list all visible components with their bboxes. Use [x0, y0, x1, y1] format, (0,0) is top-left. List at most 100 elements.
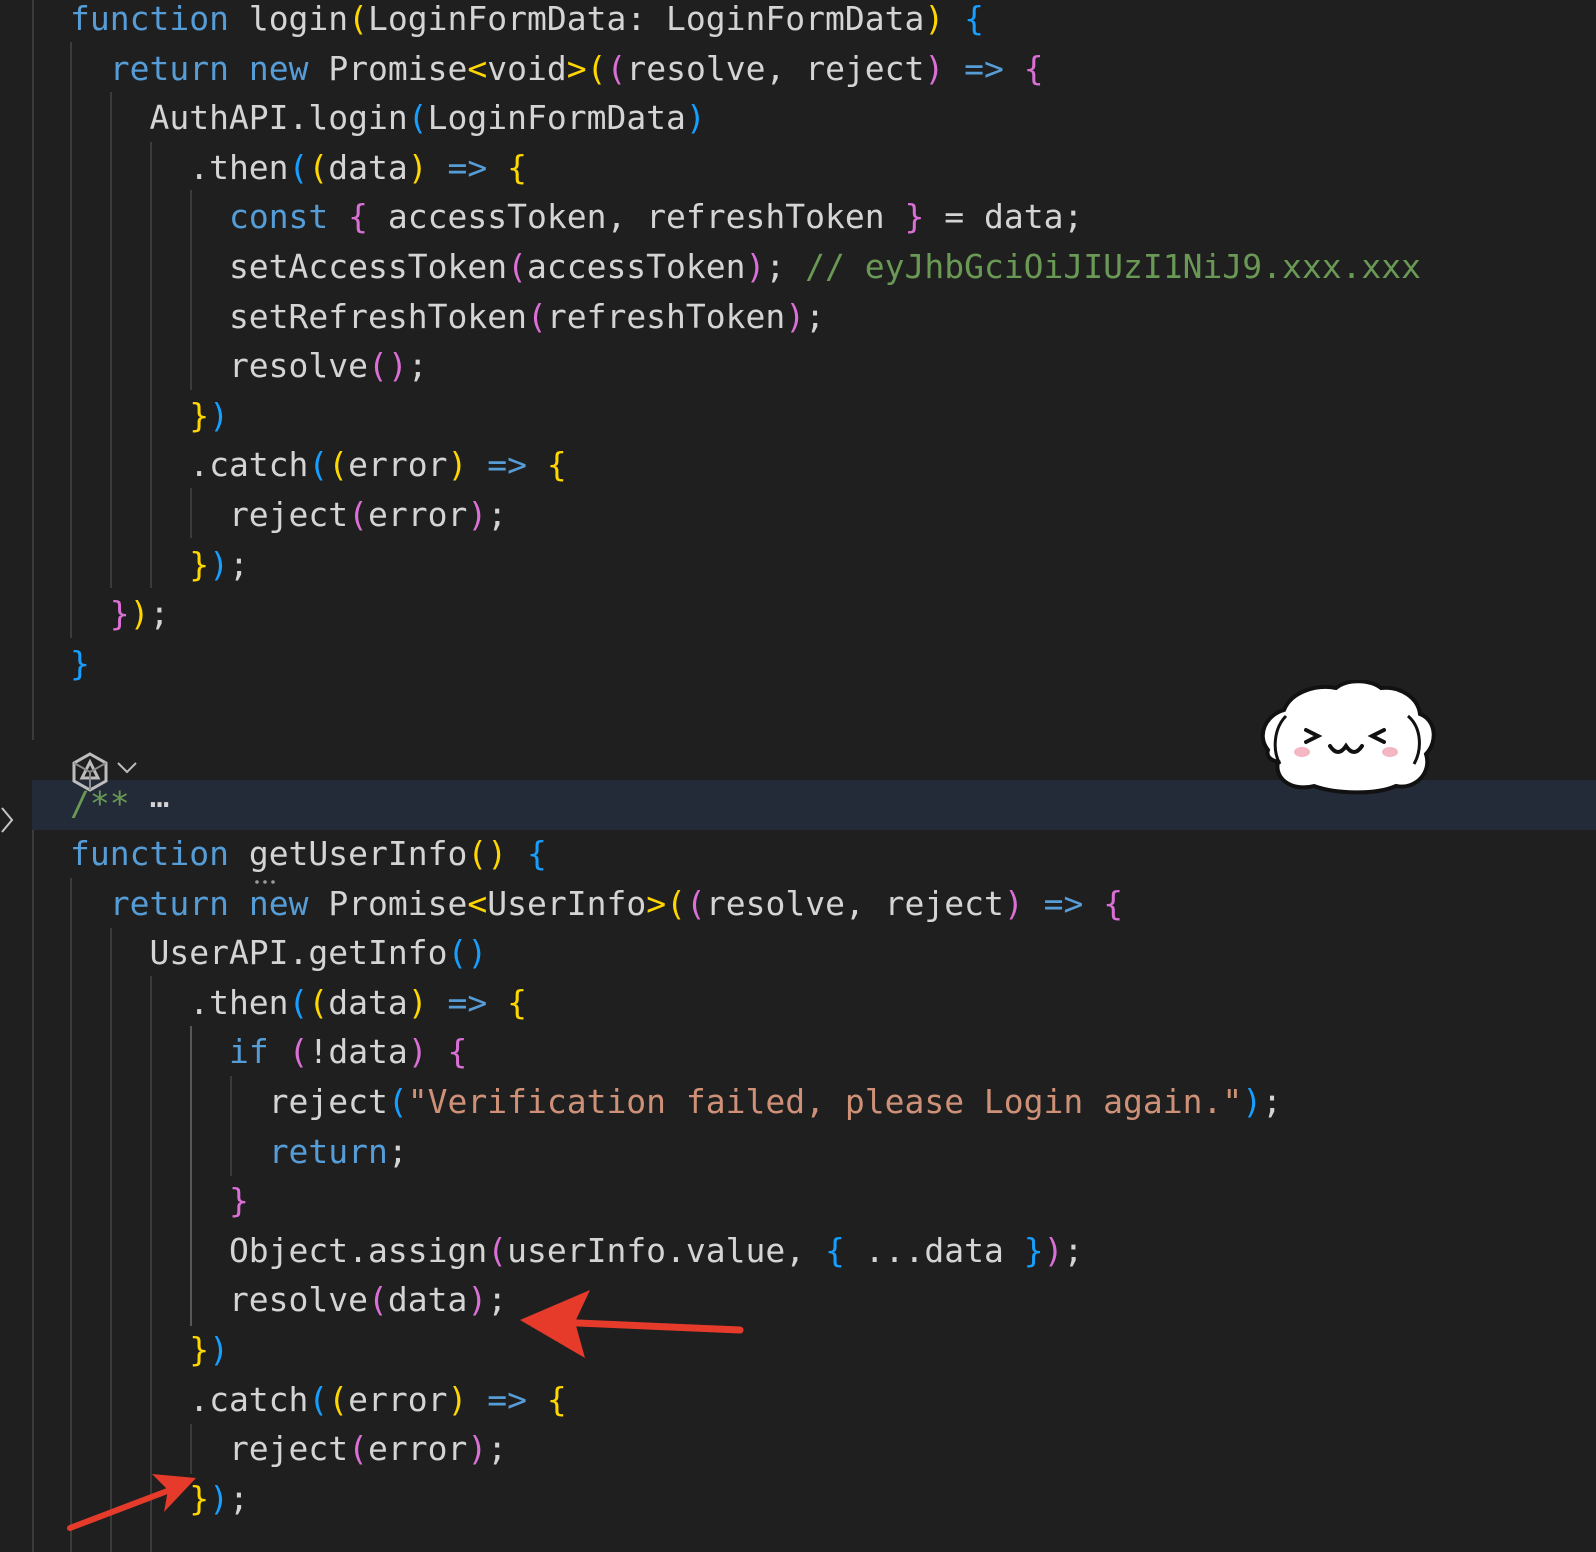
code-token: ) [1242, 1082, 1263, 1121]
code-line[interactable]: } [70, 1176, 249, 1226]
code-token: ) [685, 98, 706, 138]
code-line[interactable]: AuthAPI.login(LoginFormData) [70, 93, 706, 143]
code-token: ) [467, 495, 488, 534]
code-token: ) [924, 0, 945, 38]
code-token: ) [209, 544, 229, 584]
code-token: ) [785, 296, 806, 336]
code-token: ( [407, 98, 428, 138]
code-token: const [228, 197, 329, 237]
code-token: } [904, 197, 925, 237]
code-token: ( [606, 48, 627, 88]
code-token: .catch [70, 445, 309, 485]
code-token: .then [70, 147, 289, 187]
code-token: () [368, 346, 408, 386]
code-token: function [70, 0, 229, 38]
code-token: ) [1003, 883, 1024, 923]
code-token: ) [924, 48, 945, 88]
code-line[interactable]: const { accessToken, refreshToken } = da… [70, 192, 1083, 242]
code-line[interactable]: return new Promise<UserInfo>((resolve, r… [70, 879, 1123, 929]
code-token: data [387, 1280, 468, 1320]
code-line[interactable]: .then((data) => { [70, 978, 527, 1028]
code-token: ; [487, 1280, 508, 1320]
code-token: data [328, 982, 408, 1022]
code-token: ) [209, 1478, 229, 1518]
code-line[interactable]: .catch((error) => { [70, 440, 567, 490]
code-token: } [70, 643, 90, 683]
code-line[interactable]: }); [70, 1474, 249, 1524]
code-token: ( [288, 982, 309, 1022]
code-token: ) [467, 1280, 488, 1320]
code-line[interactable]: if (!data) { [70, 1027, 467, 1077]
code-token: ) [467, 1429, 488, 1469]
code-line[interactable]: }); [70, 540, 249, 590]
code-token: { [507, 982, 528, 1022]
code-token: new [248, 48, 309, 88]
code-token: ) [447, 445, 468, 485]
code-line[interactable]: }) [70, 1325, 229, 1375]
code-line[interactable]: } [70, 639, 90, 689]
code-line[interactable]: .catch((error) => { [70, 1375, 567, 1425]
code-token: if [228, 1032, 269, 1072]
chevron-right-icon[interactable] [0, 806, 14, 838]
code-token: resolve [70, 346, 369, 386]
code-token: ; [765, 247, 806, 286]
code-line[interactable]: function login(LoginFormData: LoginFormD… [70, 0, 984, 44]
code-line[interactable]: }) [70, 391, 229, 441]
code-token: < [467, 48, 488, 88]
code-line[interactable]: reject("Verification failed, please Logi… [70, 1077, 1282, 1127]
code-token: refreshToken [546, 296, 786, 336]
code-line[interactable]: resolve(); [70, 341, 428, 391]
code-line[interactable]: function getUserInfo() { [70, 829, 547, 879]
code-token: () [447, 933, 488, 973]
code-line[interactable]: UserAPI.getInfo() [70, 928, 487, 978]
code-token: ( [348, 495, 369, 534]
indent-guide [32, 0, 34, 740]
code-line[interactable]: resolve(data); [70, 1275, 507, 1325]
code-token: LoginFormData [427, 98, 686, 138]
sparkle-icon[interactable] [70, 752, 110, 796]
code-token: ) [447, 1379, 468, 1419]
code-token: => [447, 147, 488, 187]
code-token: { [348, 197, 369, 237]
code-token: ) [407, 1032, 428, 1072]
code-token: { [447, 1032, 468, 1072]
code-token: } [1023, 1230, 1044, 1270]
code-token: ; [149, 594, 170, 634]
code-line[interactable]: return; [70, 1127, 408, 1177]
code-line[interactable]: return new Promise<void>((resolve, rejec… [70, 44, 1044, 94]
code-token: < [467, 883, 488, 923]
code-line[interactable]: reject(error); [70, 490, 507, 540]
dog-face-sticker [1256, 679, 1436, 799]
code-token: ⋯ [149, 784, 170, 823]
code-token: ; [805, 296, 826, 336]
code-line[interactable]: reject(error); [70, 1424, 507, 1474]
code-token: ) [407, 982, 428, 1022]
code-token: { [964, 0, 984, 38]
code-token: ) [209, 395, 229, 435]
code-token: ( [368, 1280, 388, 1320]
code-editor[interactable]: function login(LoginFormData: LoginFormD… [0, 0, 1596, 1552]
code-line[interactable]: setAccessToken(accessToken); // eyJhbGci… [70, 242, 1421, 292]
code-line[interactable]: setRefreshToken(refreshToken); [70, 292, 825, 342]
code-line[interactable]: .then((data) => { [70, 143, 527, 193]
code-token: error [368, 495, 468, 534]
code-token: => [447, 982, 488, 1022]
chevron-down-icon[interactable] [116, 760, 138, 779]
code-token: getUserInfo [228, 834, 468, 873]
code-token: setAccessToken [70, 247, 508, 286]
code-token: ( [308, 147, 329, 187]
code-token: return [109, 48, 229, 88]
code-line[interactable]: }); [70, 589, 170, 639]
code-token: ( [666, 883, 686, 923]
code-line[interactable]: Object.assign(userInfo.value, { ...data … [70, 1226, 1083, 1276]
